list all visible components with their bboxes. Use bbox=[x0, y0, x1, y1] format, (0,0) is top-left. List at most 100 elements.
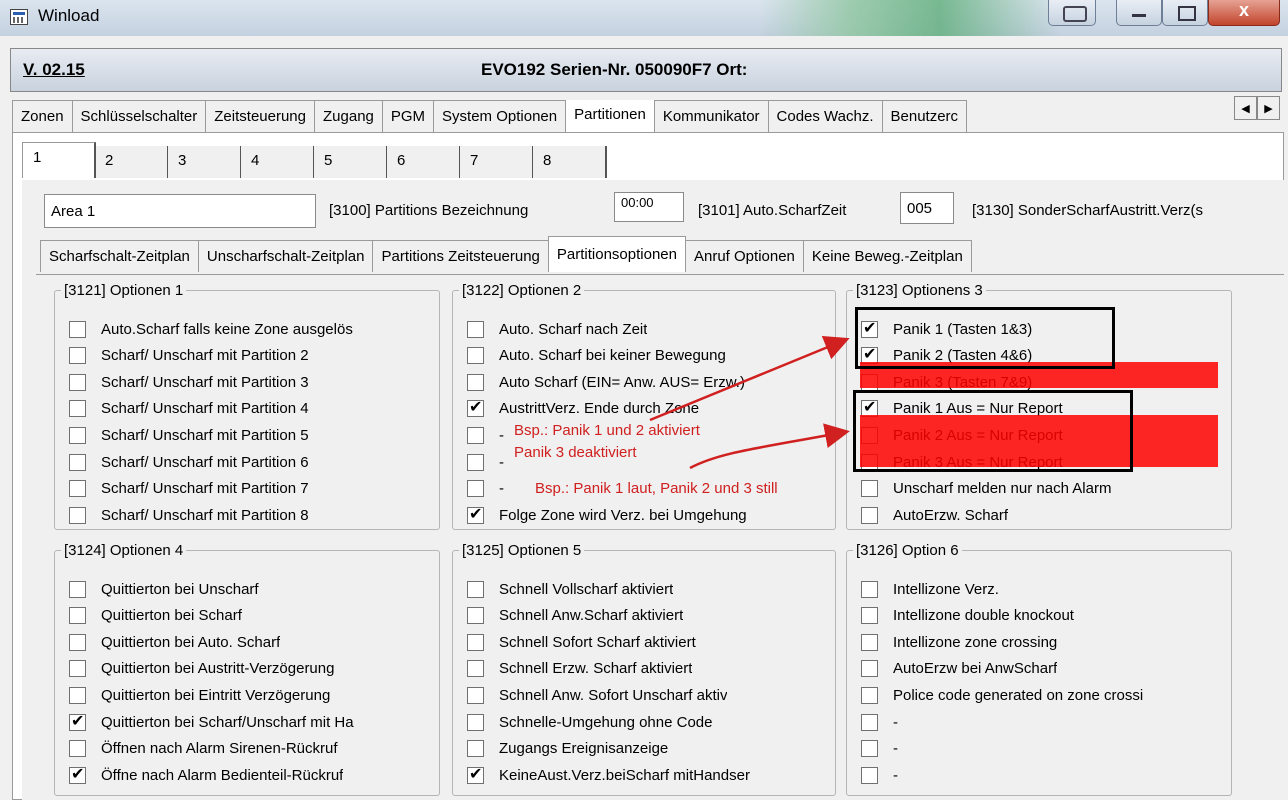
option-checkbox[interactable] bbox=[69, 660, 86, 678]
option-checkbox[interactable] bbox=[467, 713, 484, 731]
tab-keine-beweg-zeitplan[interactable]: Keine Beweg.-Zeitplan bbox=[802, 240, 972, 272]
option-checkbox[interactable] bbox=[861, 766, 878, 784]
option-checkbox[interactable] bbox=[467, 740, 484, 758]
option-checkbox[interactable] bbox=[467, 426, 484, 444]
option-row[interactable]: Quittierton bei Eintritt Verzögerung bbox=[69, 683, 330, 707]
option-row[interactable]: Auto Scharf (EIN= Anw. AUS= Erzw.) bbox=[467, 370, 745, 394]
option-checkbox[interactable] bbox=[69, 633, 86, 651]
tab-codes-wachz-[interactable]: Codes Wachz. bbox=[767, 100, 883, 132]
option-checkbox[interactable] bbox=[467, 607, 484, 625]
option-checkbox[interactable] bbox=[861, 480, 878, 498]
option-checkbox[interactable] bbox=[69, 740, 86, 758]
option-checkbox[interactable] bbox=[467, 633, 484, 651]
option-row[interactable]: Schnelle-Umgehung ohne Code bbox=[467, 710, 712, 734]
option-row[interactable]: Police code generated on zone crossi bbox=[861, 683, 1143, 707]
option-checkbox[interactable] bbox=[467, 660, 484, 678]
option-row[interactable]: Scharf/ Unscharf mit Partition 5 bbox=[69, 423, 309, 447]
option-checkbox[interactable] bbox=[861, 607, 878, 625]
option-checkbox[interactable] bbox=[861, 580, 878, 598]
option-row[interactable]: Schnell Erzw. Scharf aktiviert bbox=[467, 657, 692, 681]
option-checkbox[interactable] bbox=[467, 397, 484, 418]
restore-icon[interactable] bbox=[1048, 0, 1096, 26]
option-row[interactable]: Quittierton bei Unscharf bbox=[69, 577, 259, 601]
option-checkbox[interactable] bbox=[861, 740, 878, 758]
tab-pgm[interactable]: PGM bbox=[381, 100, 435, 132]
option-checkbox[interactable] bbox=[861, 633, 878, 651]
option-checkbox[interactable] bbox=[467, 320, 484, 338]
tab-partitionen[interactable]: Partitionen bbox=[565, 100, 655, 132]
option-row[interactable]: Auto.Scharf falls keine Zone ausgelös bbox=[69, 317, 353, 341]
option-row[interactable]: Intellizone Verz. bbox=[861, 577, 999, 601]
option-checkbox[interactable] bbox=[861, 660, 878, 678]
tab-zugang[interactable]: Zugang bbox=[314, 100, 383, 132]
option-checkbox[interactable] bbox=[69, 453, 86, 471]
minimize-button[interactable] bbox=[1116, 0, 1162, 26]
option-row[interactable]: Quittierton bei Austritt-Verzögerung bbox=[69, 657, 334, 681]
option-checkbox[interactable] bbox=[467, 686, 484, 704]
option-checkbox[interactable] bbox=[467, 347, 484, 365]
option-checkbox[interactable] bbox=[69, 711, 86, 731]
option-checkbox[interactable] bbox=[467, 764, 484, 784]
option-row[interactable]: Quittierton bei Scharf bbox=[69, 604, 242, 628]
option-row[interactable]: Zugangs Ereignisanzeige bbox=[467, 737, 668, 761]
option-row[interactable]: - bbox=[861, 710, 898, 734]
tab-partition-2[interactable]: 2 bbox=[95, 146, 169, 178]
option-checkbox[interactable] bbox=[467, 504, 484, 524]
partition-name-input[interactable]: Area 1 bbox=[44, 194, 316, 228]
option-row[interactable]: Intellizone zone crossing bbox=[861, 630, 1057, 654]
tab-schl-sselschalter[interactable]: Schlüsselschalter bbox=[71, 100, 207, 132]
option-row[interactable]: Scharf/ Unscharf mit Partition 8 bbox=[69, 503, 309, 527]
tab-benutzerc[interactable]: Benutzerc bbox=[881, 100, 968, 132]
option-checkbox[interactable] bbox=[861, 506, 878, 524]
option-checkbox[interactable] bbox=[467, 580, 484, 598]
maximize-button[interactable] bbox=[1162, 0, 1208, 26]
option-checkbox[interactable] bbox=[69, 426, 86, 444]
option-row[interactable]: - bbox=[467, 450, 504, 474]
option-checkbox[interactable] bbox=[69, 580, 86, 598]
close-button[interactable] bbox=[1208, 0, 1280, 26]
scroll-right-icon[interactable]: ▶ bbox=[1257, 96, 1280, 120]
option-row[interactable]: Schnell Vollscharf aktiviert bbox=[467, 577, 673, 601]
option-checkbox[interactable] bbox=[861, 686, 878, 704]
option-checkbox[interactable] bbox=[467, 480, 484, 498]
option-checkbox[interactable] bbox=[861, 713, 878, 731]
auto-arm-time-input[interactable]: 00:00 bbox=[614, 192, 684, 222]
tab-partition-6[interactable]: 6 bbox=[387, 146, 461, 178]
tab-partitions-zeitsteuerung[interactable]: Partitions Zeitsteuerung bbox=[372, 240, 549, 272]
option-row[interactable]: Auto. Scharf nach Zeit bbox=[467, 317, 647, 341]
tab-partitionsoptionen[interactable]: Partitionsoptionen bbox=[547, 236, 686, 272]
tab-partition-3[interactable]: 3 bbox=[168, 146, 242, 178]
option-checkbox[interactable] bbox=[69, 480, 86, 498]
tab-kommunikator[interactable]: Kommunikator bbox=[653, 100, 769, 132]
option-row[interactable]: Schnell Sofort Scharf aktiviert bbox=[467, 630, 696, 654]
option-row[interactable]: Quittierton bei Auto. Scharf bbox=[69, 630, 280, 654]
option-checkbox[interactable] bbox=[467, 373, 484, 391]
option-row[interactable]: - bbox=[861, 763, 898, 787]
option-checkbox[interactable] bbox=[69, 607, 86, 625]
tab-partition-5[interactable]: 5 bbox=[314, 146, 388, 178]
option-row[interactable]: AustrittVerz. Ende durch Zone bbox=[467, 397, 699, 421]
option-checkbox[interactable] bbox=[69, 764, 86, 784]
option-row[interactable]: Öffnen nach Alarm Sirenen-Rückruf bbox=[69, 737, 338, 761]
option-checkbox[interactable] bbox=[467, 453, 484, 471]
tab-partition-8[interactable]: 8 bbox=[533, 146, 607, 178]
option-row[interactable]: Scharf/ Unscharf mit Partition 6 bbox=[69, 450, 309, 474]
tab-partition-7[interactable]: 7 bbox=[460, 146, 534, 178]
option-checkbox[interactable] bbox=[69, 400, 86, 418]
option-row[interactable]: Schnell Anw. Sofort Unscharf aktiv bbox=[467, 683, 727, 707]
option-row[interactable]: Auto. Scharf bei keiner Bewegung bbox=[467, 344, 726, 368]
option-row[interactable]: Scharf/ Unscharf mit Partition 7 bbox=[69, 477, 309, 501]
option-row[interactable]: KeineAust.Verz.beiScharf mitHandser bbox=[467, 763, 750, 787]
option-row[interactable]: Intellizone double knockout bbox=[861, 604, 1074, 628]
option-checkbox[interactable] bbox=[69, 506, 86, 524]
tab-partition-4[interactable]: 4 bbox=[241, 146, 315, 178]
exit-delay-input[interactable]: 005 bbox=[900, 192, 954, 224]
tab-anruf-optionen[interactable]: Anruf Optionen bbox=[685, 240, 804, 272]
tab-partition-1[interactable]: 1 bbox=[22, 142, 96, 178]
option-row[interactable]: Quittierton bei Scharf/Unscharf mit Ha bbox=[69, 710, 354, 734]
option-row[interactable]: Schnell Anw.Scharf aktiviert bbox=[467, 604, 683, 628]
option-checkbox[interactable] bbox=[69, 347, 86, 365]
option-row[interactable]: Scharf/ Unscharf mit Partition 3 bbox=[69, 370, 309, 394]
tab-scharfschalt-zeitplan[interactable]: Scharfschalt-Zeitplan bbox=[40, 240, 199, 272]
option-row[interactable]: Unscharf melden nur nach Alarm bbox=[861, 477, 1111, 501]
